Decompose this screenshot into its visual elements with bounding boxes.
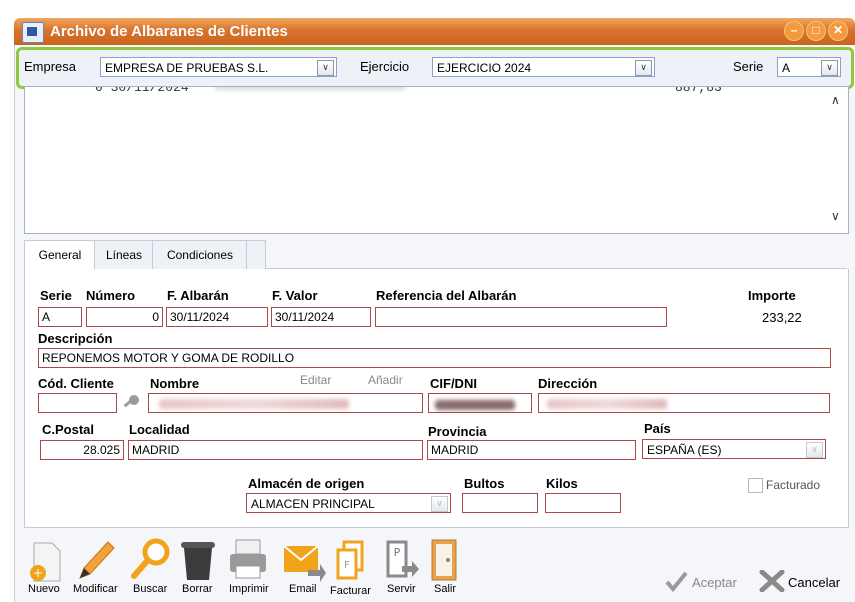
key-icon[interactable] xyxy=(121,394,141,412)
almacen-value: ALMACEN PRINCIPAL xyxy=(251,497,375,511)
serie-value: A xyxy=(782,61,791,75)
localidad-field[interactable]: MADRID xyxy=(128,440,423,460)
list-item-amount: 887,83 xyxy=(675,86,722,95)
buscar-button[interactable] xyxy=(128,536,172,582)
facturar-button[interactable]: F xyxy=(334,538,374,582)
fvalor-label: F. Valor xyxy=(272,288,318,303)
chevron-down-icon[interactable]: ∨ xyxy=(431,496,448,512)
kilos-label: Kilos xyxy=(546,476,578,491)
fecha-valor-field[interactable]: 30/11/2024 xyxy=(271,307,371,327)
window-title: Archivo de Albaranes de Clientes xyxy=(50,23,288,40)
cod-cliente-label: Cód. Cliente xyxy=(38,376,114,391)
nuevo-label[interactable]: Nuevo xyxy=(28,583,60,595)
fecha-albaran-field[interactable]: 30/11/2024 xyxy=(166,307,268,327)
cif-label: CIF/DNI xyxy=(430,376,477,391)
chevron-down-icon[interactable]: ∨ xyxy=(317,60,334,76)
bultos-field[interactable] xyxy=(462,493,538,513)
cancelar-button[interactable]: Cancelar xyxy=(788,575,840,590)
nombre-field[interactable] xyxy=(148,393,423,413)
borrar-button[interactable] xyxy=(178,536,218,582)
salir-button[interactable] xyxy=(428,538,460,582)
modificar-button[interactable] xyxy=(72,536,116,582)
ejercicio-label: Ejercicio xyxy=(360,59,410,74)
almacen-label: Almacén de origen xyxy=(248,476,365,491)
tab-general[interactable]: General xyxy=(24,240,96,270)
editar-link[interactable]: Editar xyxy=(300,373,331,387)
albaranes-list[interactable]: 0 30/11/2024 887,83 ∧ ∨ xyxy=(24,86,849,234)
fecha-label: F. Albarán xyxy=(167,288,229,303)
cpostal-label: C.Postal xyxy=(42,422,95,437)
scroll-up-icon[interactable]: ∧ xyxy=(831,93,840,107)
provincia-field[interactable]: MADRID xyxy=(427,440,636,460)
ejercicio-value: EJERCICIO 2024 xyxy=(437,61,532,75)
maximize-icon[interactable]: □ xyxy=(806,21,826,41)
email-label[interactable]: Email xyxy=(289,583,317,595)
check-icon[interactable] xyxy=(664,570,688,593)
servir-label[interactable]: Servir xyxy=(387,583,416,595)
redacted-client xyxy=(215,87,405,90)
localidad-label: Localidad xyxy=(129,422,190,437)
numero-label: Número xyxy=(86,288,136,303)
minimize-icon[interactable]: – xyxy=(784,21,804,41)
pais-label: País xyxy=(644,421,671,436)
provincia-label: Provincia xyxy=(428,424,487,439)
tab-condiciones[interactable]: Condiciones xyxy=(152,240,248,269)
chevron-down-icon[interactable]: ∨ xyxy=(806,442,823,458)
facturado-checkbox[interactable] xyxy=(748,478,763,493)
empresa-label: Empresa xyxy=(24,59,77,74)
direccion-label: Dirección xyxy=(538,376,598,391)
svg-text:P: P xyxy=(394,546,401,559)
close-icon[interactable]: ✕ xyxy=(828,21,848,41)
serie-label: Serie xyxy=(733,59,764,74)
serie-field[interactable]: A xyxy=(38,307,82,327)
pais-select[interactable]: ESPAÑA (ES) ∨ xyxy=(642,439,826,459)
borrar-label[interactable]: Borrar xyxy=(182,583,213,595)
chevron-down-icon[interactable]: ∨ xyxy=(635,60,652,76)
tab-lineas[interactable]: Líneas xyxy=(94,240,154,269)
pais-value: ESPAÑA (ES) xyxy=(647,443,722,457)
ejercicio-select[interactable]: EJERCICIO 2024 ∨ xyxy=(432,57,655,77)
cod-cliente-field[interactable] xyxy=(38,393,117,413)
imprimir-button[interactable] xyxy=(226,536,270,582)
cancel-icon[interactable] xyxy=(758,569,786,593)
bultos-label: Bultos xyxy=(464,476,505,491)
cif-field[interactable] xyxy=(428,393,532,413)
list-item[interactable]: 0 30/11/2024 887,83 xyxy=(25,86,825,96)
direccion-field[interactable] xyxy=(538,393,830,413)
importe-value: 233,22 xyxy=(762,310,802,325)
descripcion-label: Descripción xyxy=(38,331,113,346)
scroll-down-icon[interactable]: ∨ xyxy=(831,209,840,223)
svg-text:+: + xyxy=(33,566,43,580)
tab-spacer xyxy=(246,240,266,269)
buscar-label[interactable]: Buscar xyxy=(133,583,167,595)
svg-text:F: F xyxy=(344,560,350,571)
kilos-field[interactable] xyxy=(545,493,621,513)
almacen-select[interactable]: ALMACEN PRINCIPAL ∨ xyxy=(246,493,451,513)
referencia-label: Referencia del Albarán xyxy=(376,288,517,303)
cpostal-field[interactable]: 28.025 xyxy=(40,440,124,460)
anadir-link[interactable]: Añadir xyxy=(368,373,403,387)
app-icon xyxy=(22,22,44,43)
referencia-field[interactable] xyxy=(375,307,667,327)
nuevo-button[interactable]: + xyxy=(26,537,66,583)
empresa-select[interactable]: EMPRESA DE PRUEBAS S.L. ∨ xyxy=(100,57,337,77)
numero-field[interactable]: 0 xyxy=(86,307,163,327)
email-button[interactable] xyxy=(282,540,326,582)
salir-label[interactable]: Salir xyxy=(434,583,456,595)
modificar-label[interactable]: Modificar xyxy=(73,583,118,595)
aceptar-button[interactable]: Aceptar xyxy=(692,575,737,590)
nombre-label: Nombre xyxy=(150,376,200,391)
serie-select[interactable]: A ∨ xyxy=(777,57,841,77)
chevron-down-icon[interactable]: ∨ xyxy=(821,60,838,76)
serie-field-label: Serie xyxy=(40,288,72,303)
facturar-label[interactable]: Facturar xyxy=(330,585,371,597)
facturado-label: Facturado xyxy=(766,478,821,492)
empresa-value: EMPRESA DE PRUEBAS S.L. xyxy=(105,61,269,75)
servir-button[interactable]: P xyxy=(382,538,422,582)
descripcion-field[interactable]: REPONEMOS MOTOR Y GOMA DE RODILLO xyxy=(38,348,831,368)
list-item-text: 0 30/11/2024 xyxy=(95,86,189,95)
importe-label: Importe xyxy=(748,288,796,303)
imprimir-label[interactable]: Imprimir xyxy=(229,583,269,595)
